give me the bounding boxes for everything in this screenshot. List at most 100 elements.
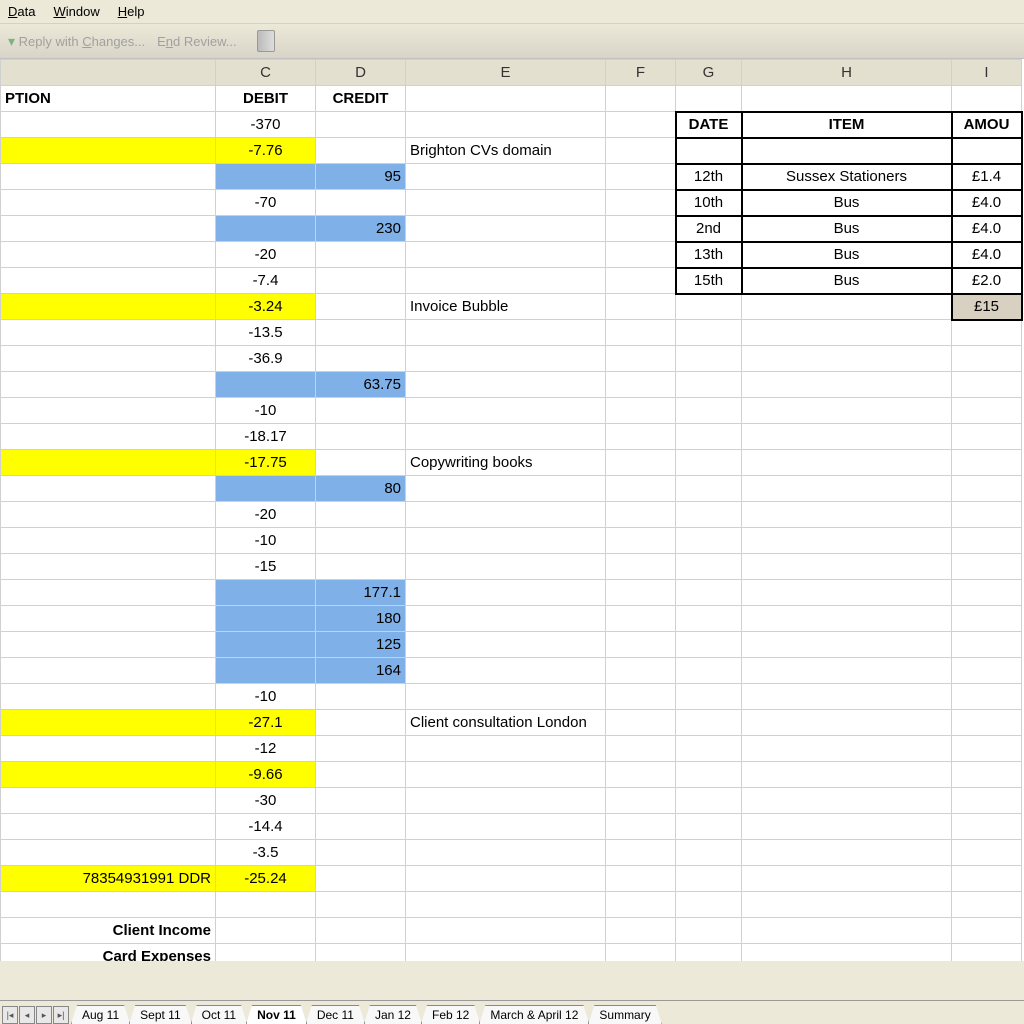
cell-note[interactable] xyxy=(406,424,606,450)
menu-data[interactable]: Data xyxy=(8,4,35,19)
cell-debit[interactable]: -27.1 xyxy=(216,710,316,736)
side-cell-amount[interactable]: £2.0 xyxy=(952,268,1022,294)
tab-last-icon[interactable]: ▸| xyxy=(53,1006,69,1024)
cell-description[interactable] xyxy=(1,892,216,918)
cell-debit[interactable] xyxy=(216,164,316,190)
side-cell-date[interactable]: 10th xyxy=(676,190,742,216)
cell-credit[interactable] xyxy=(316,788,406,814)
cell-debit[interactable] xyxy=(216,632,316,658)
cell-credit[interactable]: 177.1 xyxy=(316,580,406,606)
sheet-tab-aug-11[interactable]: Aug 11 xyxy=(71,1005,130,1024)
cell-description[interactable] xyxy=(1,164,216,190)
cell-debit[interactable] xyxy=(216,892,316,918)
cell-debit[interactable]: -7.4 xyxy=(216,268,316,294)
cell-credit[interactable]: 164 xyxy=(316,658,406,684)
cell-description[interactable] xyxy=(1,580,216,606)
cell-note[interactable] xyxy=(406,216,606,242)
col-header-D[interactable]: D xyxy=(316,60,406,86)
sheet-tab-dec-11[interactable]: Dec 11 xyxy=(306,1005,365,1024)
cell-note[interactable] xyxy=(406,606,606,632)
cell-description[interactable] xyxy=(1,424,216,450)
cell-debit[interactable]: -13.5 xyxy=(216,320,316,346)
cell-description[interactable] xyxy=(1,502,216,528)
cell-credit[interactable] xyxy=(316,450,406,476)
tab-first-icon[interactable]: |◂ xyxy=(2,1006,18,1024)
cell-description[interactable]: Client Income xyxy=(1,918,216,944)
cell-credit[interactable] xyxy=(316,398,406,424)
cell-description[interactable] xyxy=(1,450,216,476)
cell-description[interactable] xyxy=(1,112,216,138)
cell-credit[interactable] xyxy=(316,190,406,216)
cell-debit[interactable]: -3.5 xyxy=(216,840,316,866)
cell-note[interactable] xyxy=(406,762,606,788)
cell-note[interactable] xyxy=(406,918,606,944)
cell-credit[interactable] xyxy=(316,242,406,268)
cell-debit[interactable] xyxy=(216,658,316,684)
cell-description[interactable] xyxy=(1,840,216,866)
cell-note[interactable] xyxy=(406,632,606,658)
cell-debit[interactable] xyxy=(216,476,316,502)
cell-credit[interactable] xyxy=(316,944,406,962)
cell-debit[interactable]: -3.24 xyxy=(216,294,316,320)
cell-description[interactable] xyxy=(1,320,216,346)
cell-credit[interactable] xyxy=(316,112,406,138)
side-cell-item[interactable] xyxy=(742,138,952,164)
col-header-G[interactable]: G xyxy=(676,60,742,86)
cell-note[interactable]: Copywriting books xyxy=(406,450,606,476)
col-header-I[interactable]: I xyxy=(952,60,1022,86)
cell-debit[interactable]: -9.66 xyxy=(216,762,316,788)
cell-credit[interactable] xyxy=(316,528,406,554)
cell-credit[interactable]: 80 xyxy=(316,476,406,502)
cell-credit[interactable] xyxy=(316,502,406,528)
side-cell-sum[interactable]: £15 xyxy=(952,294,1022,320)
cell-note[interactable] xyxy=(406,528,606,554)
cell-credit[interactable] xyxy=(316,710,406,736)
cell-description[interactable] xyxy=(1,138,216,164)
cell-description[interactable] xyxy=(1,684,216,710)
side-cell-item[interactable]: Bus xyxy=(742,268,952,294)
cell-note[interactable] xyxy=(406,242,606,268)
cell-description[interactable]: 78354931991 DDR xyxy=(1,866,216,892)
cell-credit[interactable] xyxy=(316,736,406,762)
cell-note[interactable] xyxy=(406,580,606,606)
cell-description[interactable] xyxy=(1,762,216,788)
cell-note[interactable] xyxy=(406,814,606,840)
cell-note[interactable] xyxy=(406,190,606,216)
cell-description[interactable] xyxy=(1,372,216,398)
cell-note[interactable]: Client consultation London xyxy=(406,710,606,736)
spreadsheet-area[interactable]: CDEFGHIPTIONDEBITCREDIT-370DATEITEMAMOU-… xyxy=(0,59,1024,961)
cell-description[interactable] xyxy=(1,528,216,554)
side-cell-item[interactable]: Sussex Stationers xyxy=(742,164,952,190)
cell-note[interactable] xyxy=(406,320,606,346)
menu-window[interactable]: Window xyxy=(53,4,99,19)
toolbar-grip[interactable] xyxy=(257,30,275,52)
cell-credit[interactable] xyxy=(316,268,406,294)
cell-note[interactable] xyxy=(406,372,606,398)
cell-debit[interactable] xyxy=(216,918,316,944)
worksheet-grid[interactable]: CDEFGHIPTIONDEBITCREDIT-370DATEITEMAMOU-… xyxy=(0,59,1023,961)
side-cell-amount[interactable]: £1.4 xyxy=(952,164,1022,190)
cell-debit[interactable]: -15 xyxy=(216,554,316,580)
cell-debit[interactable]: -14.4 xyxy=(216,814,316,840)
cell-credit[interactable] xyxy=(316,138,406,164)
cell-note[interactable] xyxy=(406,788,606,814)
cell-debit[interactable] xyxy=(216,216,316,242)
cell-debit[interactable]: -70 xyxy=(216,190,316,216)
cell-debit[interactable]: -20 xyxy=(216,502,316,528)
cell-debit[interactable] xyxy=(216,606,316,632)
cell-note[interactable]: Invoice Bubble xyxy=(406,294,606,320)
cell-note[interactable] xyxy=(406,502,606,528)
cell-note[interactable] xyxy=(406,346,606,372)
cell-credit[interactable] xyxy=(316,814,406,840)
cell-credit[interactable]: 63.75 xyxy=(316,372,406,398)
side-cell-item[interactable]: Bus xyxy=(742,190,952,216)
cell-description[interactable] xyxy=(1,788,216,814)
cell-description[interactable] xyxy=(1,736,216,762)
cell-description[interactable] xyxy=(1,632,216,658)
cell-note[interactable] xyxy=(406,840,606,866)
cell-description[interactable] xyxy=(1,476,216,502)
side-cell-item[interactable]: Bus xyxy=(742,242,952,268)
sheet-tab-sept-11[interactable]: Sept 11 xyxy=(129,1005,191,1024)
cell-credit[interactable] xyxy=(316,320,406,346)
cell-description[interactable] xyxy=(1,242,216,268)
